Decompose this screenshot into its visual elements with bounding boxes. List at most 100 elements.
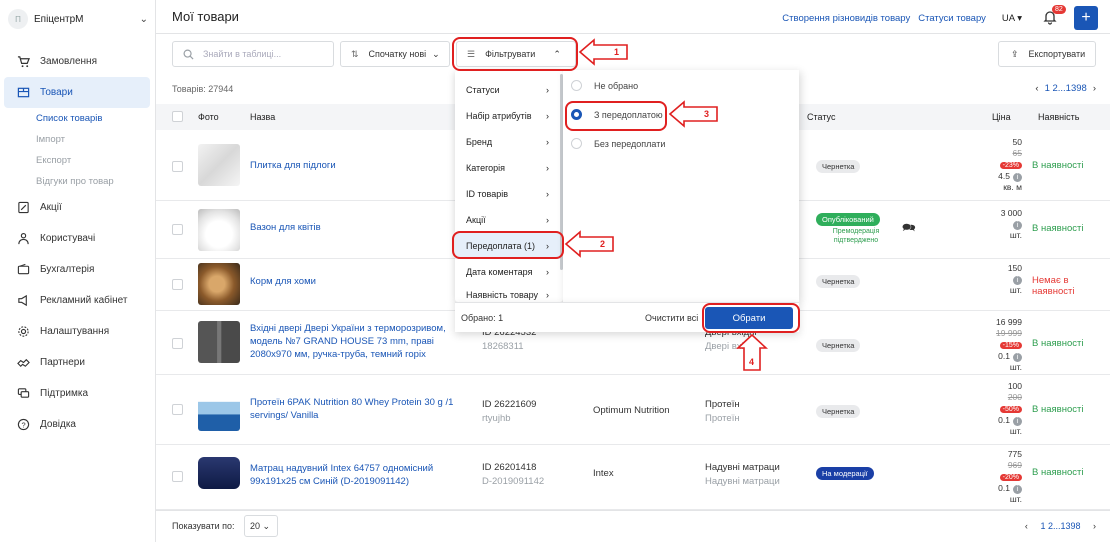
handshake-icon xyxy=(16,356,30,370)
per-page-label: Показувати по: xyxy=(172,521,235,531)
sort-dropdown[interactable]: ⇅ Спочатку нові ⌄ xyxy=(340,41,450,67)
top-links: Створення різновидів товару Статуси това… xyxy=(782,5,1098,30)
radio-button[interactable] xyxy=(571,80,582,91)
product-name-link[interactable]: Корм для хоми xyxy=(250,275,472,288)
info-icon: i xyxy=(1013,485,1022,494)
availability: В наявності xyxy=(1032,160,1084,171)
annotation-highlight-filter xyxy=(452,37,578,71)
svg-text:?: ? xyxy=(21,420,25,429)
product-image xyxy=(198,389,240,431)
next-page-icon[interactable]: › xyxy=(1093,83,1096,94)
sidebar-item-orders[interactable]: Замовлення xyxy=(4,46,150,77)
notification-count-badge: 82 xyxy=(1052,5,1066,14)
info-icon: i xyxy=(1013,221,1022,230)
product-name-link[interactable]: Плитка для підлоги xyxy=(250,159,472,172)
filter-item-brand[interactable]: Бренд › xyxy=(455,129,563,155)
product-name-link[interactable]: Вазон для квітів xyxy=(250,221,472,234)
org-switcher[interactable]: П ЕпіцентрМ ⌄ xyxy=(8,8,148,30)
chat-icon[interactable]: 🗪 xyxy=(902,219,916,238)
notifications-button[interactable]: 82 xyxy=(1042,5,1066,27)
filter-category-menu: Статуси › Набір атрибутів › Бренд › Категор… xyxy=(455,70,563,302)
product-name-link[interactable]: Матрац надувний Intex 64757 одномісний 9… xyxy=(250,462,472,488)
filter-item-attribute-set[interactable]: Набір атрибутів › xyxy=(455,103,563,129)
sidebar-item-products[interactable]: Товари xyxy=(4,77,150,108)
chevron-right-icon: › xyxy=(546,137,549,147)
product-id: ID 26221609 rtyujhb xyxy=(482,399,537,424)
sidebar-item-ads[interactable]: Рекламний кабінет xyxy=(4,285,150,316)
language-selector[interactable]: UA ▾ xyxy=(1002,13,1022,24)
table-footer: Показувати по: 20 ⌄ ‹ 1 2...1398 › xyxy=(156,510,1110,542)
product-name-link[interactable]: Вхідні двері Двері України з терморозрив… xyxy=(250,322,472,361)
export-button[interactable]: ⇪ Експортувати xyxy=(998,41,1096,67)
pager-bottom: ‹ 1 2...1398 › xyxy=(1024,521,1096,531)
sidebar-item-accounting[interactable]: Бухгалтерія xyxy=(4,254,150,285)
gear-icon xyxy=(16,325,30,339)
table-row[interactable]: Матрац надувний Intex 64757 одномісний 9… xyxy=(156,445,1110,510)
filter-item-category[interactable]: Категорія › xyxy=(455,155,563,181)
sidebar-sub-product-list[interactable]: Список товарів xyxy=(0,108,156,129)
sidebar-item-support[interactable]: Підтримка xyxy=(4,378,150,409)
chevron-right-icon: › xyxy=(546,111,549,121)
table-row[interactable]: Протеїн 6PAK Nutrition 80 Whey Protein 3… xyxy=(156,375,1110,445)
chevron-right-icon: › xyxy=(546,189,549,199)
search-placeholder: Знайти в таблиці... xyxy=(203,49,282,59)
filter-item-promotions[interactable]: Акції › xyxy=(455,207,563,233)
megaphone-icon xyxy=(16,294,30,308)
product-brand: Intex xyxy=(593,468,614,479)
users-icon xyxy=(16,232,30,246)
filter-item-product-ids[interactable]: ID товарів › xyxy=(455,181,563,207)
sidebar-item-partners[interactable]: Партнери xyxy=(4,347,150,378)
filter-item-statuses[interactable]: Статуси › xyxy=(455,77,563,103)
radio-button[interactable] xyxy=(571,138,582,149)
sidebar-sub-import[interactable]: Імпорт xyxy=(0,129,156,150)
sidebar-item-promotions[interactable]: Акції xyxy=(4,192,150,223)
product-image xyxy=(198,209,240,251)
sidebar-sub-reviews[interactable]: Відгуки про товар xyxy=(0,171,156,192)
sidebar-item-users[interactable]: Користувачі xyxy=(4,223,150,254)
add-product-button[interactable]: + xyxy=(1074,6,1098,30)
next-page-icon[interactable]: › xyxy=(1093,521,1096,531)
option-not-selected[interactable]: Не обрано xyxy=(563,71,799,100)
sidebar-sub-export[interactable]: Експорт xyxy=(0,150,156,171)
clear-all-button[interactable]: Очистити всі xyxy=(645,313,698,323)
wallet-icon xyxy=(16,263,30,277)
annotation-label-3: 3 xyxy=(704,109,710,119)
chevron-right-icon: › xyxy=(546,267,549,277)
status-badge: Чернетка xyxy=(816,405,861,418)
availability: В наявності xyxy=(1032,467,1084,478)
row-checkbox[interactable] xyxy=(172,279,183,290)
search-input[interactable]: Знайти в таблиці... xyxy=(172,41,334,67)
pager-top: ‹ 1 2...1398 › xyxy=(1035,83,1096,94)
box-icon xyxy=(16,86,30,100)
row-checkbox[interactable] xyxy=(172,224,183,235)
price-block: 50 65 -23% 4.5 i кв. м xyxy=(998,137,1022,192)
product-brand: Optimum Nutrition xyxy=(593,405,670,416)
sidebar-item-settings[interactable]: Налаштування xyxy=(4,316,150,347)
product-statuses-link[interactable]: Статуси товару xyxy=(918,13,986,24)
product-name-link[interactable]: Протеїн 6PAK Nutrition 80 Whey Protein 3… xyxy=(250,396,472,422)
sidebar-item-help[interactable]: ? Довідка xyxy=(4,409,150,440)
plus-icon: + xyxy=(1081,9,1091,26)
product-image xyxy=(198,144,240,186)
org-name: ЕпіцентрМ xyxy=(34,13,84,25)
product-category: Надувні матраци Надувні матраци xyxy=(705,462,780,487)
prev-page-icon[interactable]: ‹ xyxy=(1025,521,1028,531)
prev-page-icon[interactable]: ‹ xyxy=(1035,83,1038,94)
price-block: 100 200 -50% 0.1 i шт. xyxy=(998,381,1022,436)
chat-icon xyxy=(16,387,30,401)
filter-item-comment-date[interactable]: Дата коментаря › xyxy=(455,259,563,285)
chevron-right-icon: › xyxy=(546,85,549,95)
info-icon: i xyxy=(1013,417,1022,426)
select-all-checkbox[interactable] xyxy=(172,111,183,122)
row-checkbox[interactable] xyxy=(172,404,183,415)
chevron-right-icon: › xyxy=(546,290,549,300)
price-block: 150 i шт. xyxy=(1007,263,1022,295)
option-without-prepayment[interactable]: Без передоплати xyxy=(563,129,799,158)
row-checkbox[interactable] xyxy=(172,161,183,172)
row-checkbox[interactable] xyxy=(172,471,183,482)
chevron-down-icon: ⌄ xyxy=(139,13,148,25)
create-variants-link[interactable]: Створення різновидів товару xyxy=(782,13,910,24)
per-page-select[interactable]: 20 ⌄ xyxy=(244,515,278,537)
availability: Немає в наявності xyxy=(1032,275,1075,297)
row-checkbox[interactable] xyxy=(172,338,183,349)
